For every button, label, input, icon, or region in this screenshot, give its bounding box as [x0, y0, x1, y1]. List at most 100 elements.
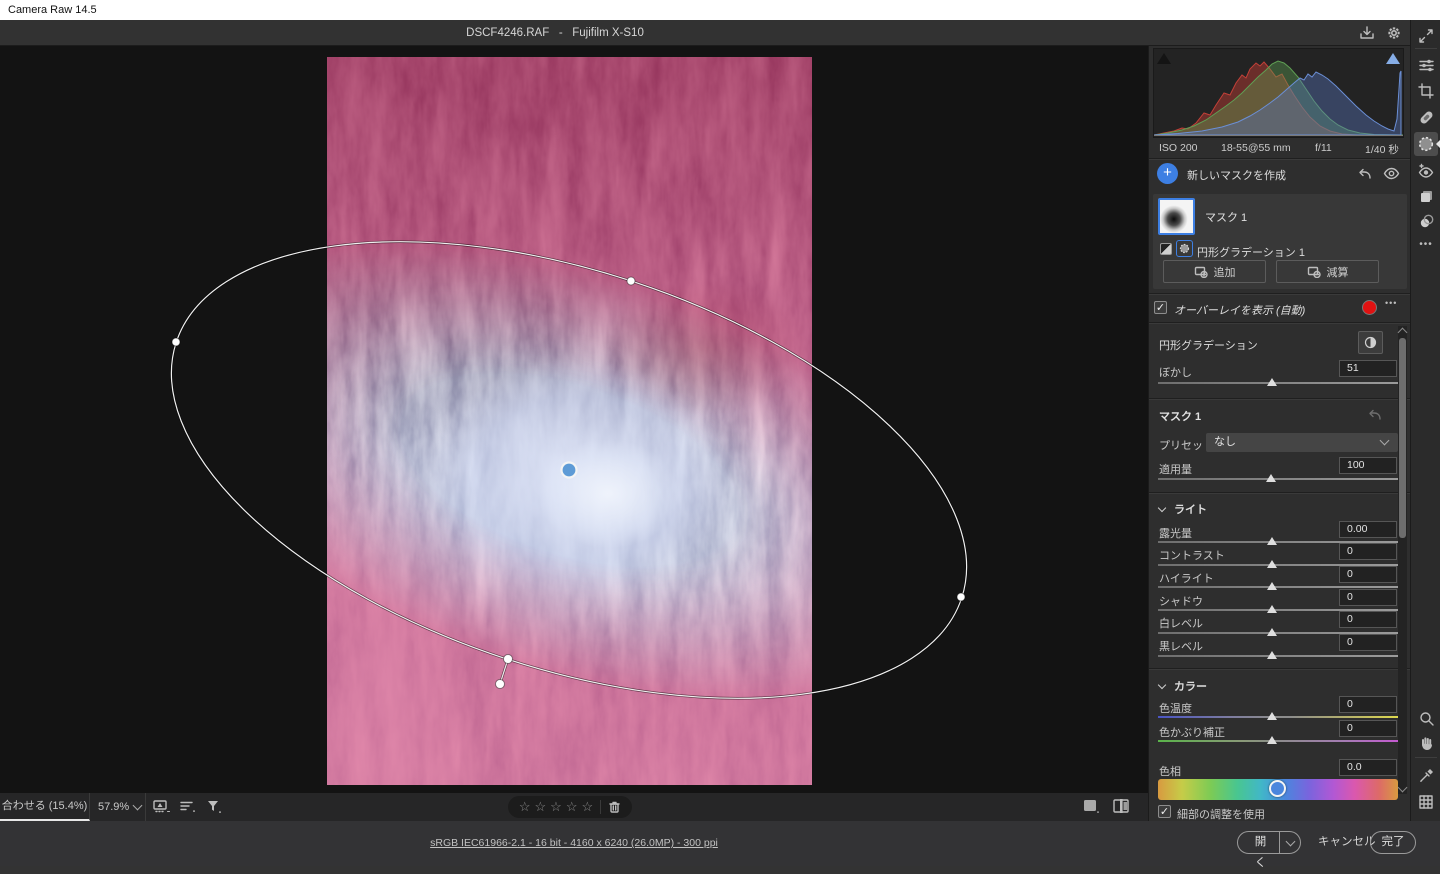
- color-section-header[interactable]: カラー: [1159, 678, 1207, 694]
- fine-adjust-checkbox[interactable]: ✓: [1158, 805, 1171, 818]
- exposure-value[interactable]: 0.00: [1339, 521, 1397, 538]
- exif-shutter: 1/40 秒: [1365, 142, 1399, 157]
- create-mask-label: 新しいマスクを作成: [1187, 167, 1286, 183]
- subtract-from-mask-button[interactable]: 減算: [1276, 260, 1379, 283]
- add-to-mask-button[interactable]: 追加: [1163, 260, 1266, 283]
- feather-slider[interactable]: [1158, 378, 1398, 387]
- star-icon[interactable]: ☆: [566, 796, 578, 818]
- light-section-header[interactable]: ライト: [1159, 501, 1207, 517]
- heal-tool-icon[interactable]: [1414, 105, 1438, 129]
- trash-icon[interactable]: [608, 800, 621, 814]
- star-icon[interactable]: ☆: [581, 796, 593, 818]
- exif-iso: ISO 200: [1159, 142, 1198, 154]
- hue-label: 色相: [1159, 763, 1181, 779]
- image-canvas[interactable]: [0, 46, 1148, 793]
- camera-model: Fujifilm X-S10: [572, 27, 644, 39]
- filter-funnel-icon[interactable]: [204, 798, 226, 816]
- presets-tool-icon[interactable]: [1414, 184, 1438, 208]
- hand-tool-icon[interactable]: [1414, 730, 1438, 754]
- shadow-clipping-icon[interactable]: [1157, 53, 1171, 64]
- scroll-down-icon[interactable]: [1398, 783, 1408, 793]
- chevron-down-icon: [1158, 681, 1166, 689]
- scrollbar-thumb[interactable]: [1399, 338, 1406, 538]
- star-icon[interactable]: ☆: [550, 796, 562, 818]
- window-title: Camera Raw 14.5: [8, 4, 97, 16]
- edit-tool-icon[interactable]: [1414, 53, 1438, 77]
- window-titlebar: Camera Raw 14.5: [0, 0, 1440, 20]
- image-info: sRGB IEC61966-2.1 - 16 bit - 4160 x 6240…: [0, 821, 1148, 866]
- tint-value[interactable]: 0: [1339, 720, 1397, 737]
- mask-name: マスク 1: [1205, 209, 1247, 225]
- more-tools-icon[interactable]: •••: [1414, 232, 1438, 256]
- hue-value[interactable]: 0.0: [1339, 759, 1397, 776]
- shadows-value[interactable]: 0: [1339, 589, 1397, 606]
- photo-preview[interactable]: [327, 57, 812, 785]
- panel-scrollbar[interactable]: [1398, 326, 1407, 794]
- overlay-checkbox[interactable]: ✓: [1154, 301, 1167, 314]
- amount-value[interactable]: 100: [1339, 457, 1397, 474]
- open-options-chevron[interactable]: [1280, 832, 1300, 853]
- export-icon[interactable]: [1358, 24, 1376, 42]
- hue-slider-thumb[interactable]: [1269, 780, 1286, 797]
- cancel-button[interactable]: キャンセル: [1318, 831, 1376, 854]
- create-mask-button[interactable]: +: [1157, 163, 1178, 184]
- mask-list-item[interactable]: マスク 1 円形グラデーション 1 追加 減算: [1153, 194, 1407, 289]
- fine-adjust-label: 細部の調整を使用: [1177, 806, 1265, 821]
- filename: DSCF4246.RAF: [466, 27, 549, 39]
- fit-zoom-tab[interactable]: 合わせる (15.4%): [0, 793, 90, 821]
- star-icon[interactable]: ☆: [519, 796, 531, 818]
- highlight-clipping-icon[interactable]: [1386, 53, 1400, 64]
- feather-value[interactable]: 51: [1339, 360, 1397, 377]
- fullscreen-icon[interactable]: [1414, 24, 1438, 48]
- undo-icon[interactable]: [1357, 167, 1373, 181]
- component-name: 円形グラデーション 1: [1197, 244, 1305, 260]
- open-button[interactable]: 開く: [1237, 831, 1301, 854]
- zoom-tool-icon[interactable]: [1414, 706, 1438, 730]
- radial-gradient-component-icon[interactable]: [1176, 240, 1193, 257]
- overlay-color-swatch[interactable]: [1362, 300, 1377, 315]
- reset-mask-icon[interactable]: [1367, 408, 1383, 422]
- filmstrip-view-icon[interactable]: [152, 798, 174, 816]
- tool-column: •••: [1410, 20, 1440, 821]
- tool-options-title: 円形グラデーション: [1159, 337, 1258, 353]
- preset-select[interactable]: なし: [1206, 433, 1398, 452]
- zoom-value: 57.9%: [90, 801, 129, 813]
- blacks-slider[interactable]: [1158, 651, 1398, 660]
- red-eye-tool-icon[interactable]: [1414, 159, 1438, 183]
- done-button[interactable]: 完了: [1370, 831, 1416, 854]
- workflow-options-link[interactable]: sRGB IEC61966-2.1 - 16 bit - 4160 x 6240…: [430, 837, 718, 849]
- crop-tool-icon[interactable]: [1414, 79, 1438, 103]
- scroll-up-icon[interactable]: [1398, 328, 1408, 338]
- preview-mode-icon[interactable]: [1080, 798, 1104, 816]
- divider: [600, 800, 601, 814]
- exif-info: ISO 200 18-55@55 mm f/11 1/40 秒: [1153, 140, 1404, 158]
- mask-visibility-eye-icon[interactable]: [1383, 167, 1400, 180]
- amount-slider[interactable]: [1158, 474, 1398, 483]
- masking-tool-icon[interactable]: [1414, 132, 1438, 156]
- mask-thumbnail[interactable]: [1158, 198, 1195, 235]
- star-icon[interactable]: ☆: [535, 796, 547, 818]
- snapshots-tool-icon[interactable]: [1414, 209, 1438, 233]
- temp-value[interactable]: 0: [1339, 696, 1397, 713]
- hue-slider[interactable]: [1158, 779, 1398, 800]
- sampler-tool-icon[interactable]: [1414, 763, 1438, 787]
- highlights-value[interactable]: 0: [1339, 566, 1397, 583]
- contrast-value[interactable]: 0: [1339, 543, 1397, 560]
- settings-gear-icon[interactable]: [1385, 24, 1403, 42]
- sort-order-icon[interactable]: [178, 798, 200, 816]
- bottom-bar: sRGB IEC61966-2.1 - 16 bit - 4160 x 6240…: [0, 821, 1440, 866]
- whites-value[interactable]: 0: [1339, 611, 1397, 628]
- chevron-down-icon: [133, 800, 143, 810]
- overlay-options-icon[interactable]: •••: [1385, 298, 1397, 308]
- histogram[interactable]: [1153, 48, 1404, 138]
- mask-overlay: [327, 57, 812, 785]
- tint-slider[interactable]: [1158, 736, 1398, 745]
- star-rating: ☆ ☆ ☆ ☆ ☆: [508, 796, 632, 818]
- zoom-level-select[interactable]: 57.9%: [90, 793, 146, 821]
- app-header: DSCF4246.RAF - Fujifilm X-S10: [0, 20, 1440, 46]
- invert-component-icon[interactable]: [1160, 243, 1172, 255]
- before-after-view-icon[interactable]: [1110, 798, 1134, 816]
- blacks-value[interactable]: 0: [1339, 634, 1397, 651]
- invert-mask-button[interactable]: [1358, 331, 1383, 354]
- grid-overlay-icon[interactable]: [1414, 790, 1438, 814]
